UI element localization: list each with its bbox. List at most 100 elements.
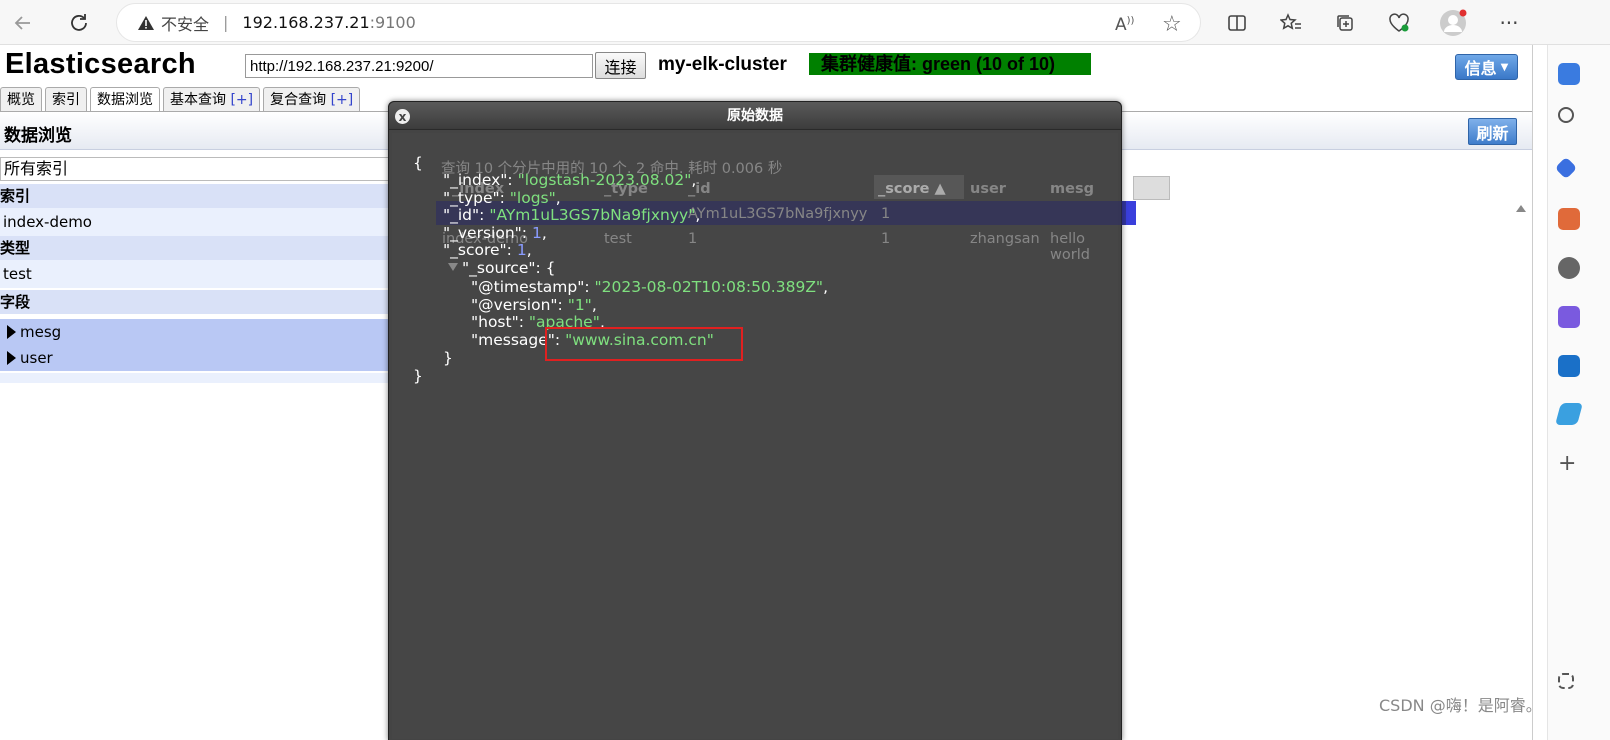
- cell-mesg: hello world: [1050, 231, 1090, 263]
- json-line-score: "_score": 1,: [443, 241, 532, 259]
- games-icon[interactable]: [1558, 257, 1580, 279]
- cell-id: AYm1uL3GS7bNa9fjxnyy: [688, 206, 868, 222]
- tab-label: 基本查询: [170, 92, 231, 108]
- type-item[interactable]: test: [0, 260, 425, 288]
- bing-chat-icon[interactable]: [1558, 63, 1580, 85]
- add-tab-link[interactable]: [+]: [331, 92, 354, 108]
- send-icon[interactable]: [1555, 403, 1583, 425]
- profile-avatar[interactable]: [1438, 8, 1468, 38]
- json-key: "_type":: [443, 189, 510, 207]
- json-key: "_index":: [443, 171, 518, 189]
- filter-panel-footer: [0, 373, 425, 383]
- index-select[interactable]: 所有索引: [0, 157, 425, 181]
- app-brand: Elasticsearch: [5, 48, 196, 80]
- dialog-title: 原始数据: [389, 102, 1121, 130]
- json-line-at-version: "@version": "1",: [471, 296, 597, 314]
- address-host: 192.168.237.21: [242, 13, 370, 32]
- close-icon[interactable]: x: [395, 109, 410, 124]
- collections-icon[interactable]: [1330, 8, 1360, 38]
- cell-score: 1: [881, 206, 891, 222]
- result-table-header-cell: [1133, 176, 1170, 200]
- refresh-button[interactable]: 刷新: [1468, 118, 1517, 145]
- json-key: "@version":: [471, 296, 568, 314]
- tab-indices[interactable]: 索引: [45, 87, 87, 111]
- column-header[interactable]: user: [970, 181, 1006, 197]
- outlook-icon[interactable]: [1558, 355, 1580, 377]
- favorites-icon[interactable]: [1276, 8, 1306, 38]
- json-line-type: "_type": "logs",: [443, 189, 561, 207]
- json-key: "@timestamp":: [471, 278, 595, 296]
- tab-overview[interactable]: 概览: [0, 87, 42, 111]
- address-separator: |: [223, 13, 229, 32]
- json-value: "2023-08-02T10:08:50.389Z": [594, 278, 824, 296]
- json-line-index: "_index": "logstash-2023.08.02",: [443, 171, 697, 189]
- scroll-up-icon[interactable]: [1516, 205, 1526, 212]
- field-item-user[interactable]: user: [0, 345, 425, 371]
- highlight-annotation: [545, 327, 743, 361]
- cluster-url-input[interactable]: [245, 54, 593, 78]
- cell-user: zhangsan: [970, 231, 1040, 247]
- add-tab-link[interactable]: [+]: [230, 92, 253, 108]
- address-port: :9100: [369, 13, 416, 32]
- tab-compound-query[interactable]: 复合查询 [+]: [263, 87, 361, 111]
- tools-icon[interactable]: [1558, 208, 1580, 230]
- connect-button[interactable]: 连接: [595, 52, 646, 79]
- watermark: CSDN @嗨！是阿睿。: [1379, 696, 1542, 715]
- column-header[interactable]: _score ▲: [878, 181, 946, 197]
- json-inner-close-brace: }: [443, 349, 453, 367]
- info-label: 信息: [1464, 59, 1497, 78]
- browser-toolbar: 不安全 | 192.168.237.21:9100 A)) ☆ ···: [0, 0, 1610, 45]
- reload-icon[interactable]: [64, 8, 94, 38]
- json-key: "_id":: [443, 206, 490, 224]
- favorite-star-icon[interactable]: ☆: [1162, 12, 1182, 37]
- tab-label: 索引: [52, 92, 80, 108]
- search-icon[interactable]: [1558, 107, 1574, 123]
- back-icon[interactable]: [8, 8, 38, 38]
- tab-label: 复合查询: [270, 92, 331, 108]
- security-warning[interactable]: 不安全: [137, 11, 209, 35]
- json-value: 1: [516, 241, 527, 259]
- tab-browser[interactable]: 数据浏览: [90, 87, 160, 111]
- main-tabs: 概览 索引 数据浏览 基本查询 [+] 复合查询 [+]: [0, 87, 363, 111]
- add-icon[interactable]: +: [1558, 453, 1580, 475]
- field-header: 字段: [0, 290, 425, 314]
- read-aloud-icon[interactable]: A)): [1115, 15, 1134, 35]
- json-value: "AYm1uL3GS7bNa9fjxnyy": [489, 206, 696, 224]
- json-close-brace: }: [413, 367, 423, 385]
- browser-sidebar: +: [1547, 45, 1610, 740]
- json-value: "1": [567, 296, 592, 314]
- json-open-brace: {: [413, 154, 423, 172]
- more-menu-icon[interactable]: ···: [1494, 8, 1524, 38]
- json-value: 1: [531, 224, 542, 242]
- json-key: "_version":: [443, 224, 532, 242]
- json-value: "logstash-2023.08.02": [517, 171, 692, 189]
- json-key: "host":: [471, 313, 529, 331]
- json-line-version: "_version": 1,: [443, 224, 547, 242]
- browser-essentials-icon[interactable]: [1384, 8, 1414, 38]
- field-label: mesg: [20, 323, 62, 341]
- page-title: 数据浏览: [4, 126, 72, 146]
- security-label: 不安全: [161, 14, 210, 34]
- column-header[interactable]: mesg: [1050, 181, 1094, 197]
- screenshot-icon[interactable]: [1558, 673, 1574, 689]
- index-header: 索引: [0, 184, 425, 208]
- json-line-id: "_id": "AYm1uL3GS7bNa9fjxnyy",: [443, 206, 701, 224]
- cell-id: 1: [688, 231, 698, 247]
- expand-triangle-icon: [7, 351, 16, 365]
- shopping-icon[interactable]: [1554, 156, 1578, 180]
- info-menu-button[interactable]: 信息 ▼: [1455, 54, 1518, 80]
- index-item[interactable]: index-demo: [0, 208, 425, 236]
- split-screen-icon[interactable]: [1222, 8, 1252, 38]
- json-value: "logs": [509, 189, 556, 207]
- cell-score: 1: [881, 231, 891, 247]
- tab-label: 概览: [7, 92, 35, 108]
- json-key: "_score":: [443, 241, 517, 259]
- field-item-mesg[interactable]: mesg: [0, 319, 425, 345]
- collapse-triangle-icon[interactable]: [448, 263, 458, 271]
- address-bar[interactable]: 不安全 | 192.168.237.21:9100 A)) ☆: [116, 3, 1201, 42]
- tab-label: 数据浏览: [97, 92, 153, 108]
- json-line-source: "_source": {: [462, 259, 556, 277]
- tab-basic-query[interactable]: 基本查询 [+]: [163, 87, 261, 111]
- office-icon[interactable]: [1558, 306, 1580, 328]
- field-label: user: [20, 349, 53, 367]
